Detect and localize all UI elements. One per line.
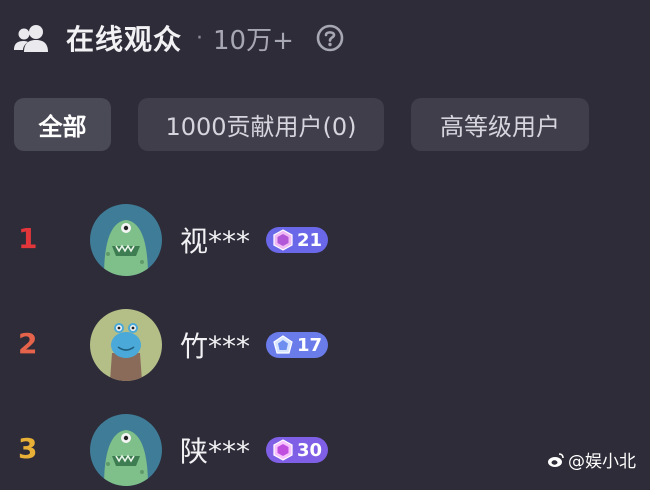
viewer-list: 1 视*** 21 2 竹*** 17 3 陕*** 30 — [0, 190, 650, 490]
level-number: 30 — [297, 439, 323, 461]
tab-all[interactable]: 全部 — [14, 98, 111, 151]
green-monster-avatar-icon — [90, 414, 162, 486]
weibo-icon — [548, 452, 564, 467]
avatar[interactable] — [90, 204, 162, 276]
hexagon-gem-icon — [273, 229, 293, 251]
avatar[interactable] — [90, 309, 162, 381]
online-audience-panel: 在线观众 · 10万+ 全部 1000贡献用户(0) 高等级用户 1 视*** … — [0, 0, 650, 490]
viewer-name: 竹*** — [180, 330, 251, 363]
level-badge: 17 — [266, 332, 328, 358]
page-title: 在线观众 — [66, 23, 183, 56]
viewer-row[interactable]: 1 视*** 21 — [0, 190, 650, 295]
rank-number: 2 — [18, 327, 38, 360]
users-icon — [14, 25, 48, 52]
rank-number: 3 — [18, 432, 38, 465]
watermark: @娱小北 — [547, 447, 636, 472]
watermark-text: @娱小北 — [568, 452, 636, 472]
viewer-row[interactable]: 2 竹*** 17 — [0, 295, 650, 400]
filter-tabs: 全部 1000贡献用户(0) 高等级用户 — [14, 98, 616, 151]
question-circle-icon[interactable] — [316, 24, 344, 52]
green-monster-avatar-icon — [90, 204, 162, 276]
rank-number: 1 — [18, 222, 38, 255]
level-number: 17 — [297, 334, 323, 356]
tab-high-level-users[interactable]: 高等级用户 — [411, 98, 589, 151]
blue-creature-avatar-icon — [90, 309, 162, 381]
tab-1000-contributors[interactable]: 1000贡献用户(0) — [138, 98, 384, 151]
header: 在线观众 · 10万+ — [14, 16, 344, 60]
viewer-row[interactable]: 3 陕*** 30 — [0, 400, 650, 490]
level-number: 21 — [297, 229, 323, 251]
pentagon-gem-icon — [273, 335, 293, 354]
hexagon-gem-icon — [273, 439, 293, 461]
separator-dot: · — [196, 25, 204, 51]
level-badge: 30 — [266, 437, 328, 463]
level-badge: 21 — [266, 227, 328, 253]
viewer-name: 视*** — [180, 225, 251, 258]
avatar[interactable] — [90, 414, 162, 486]
viewer-name: 陕*** — [180, 435, 251, 468]
viewer-count: 10万+ — [213, 25, 294, 56]
